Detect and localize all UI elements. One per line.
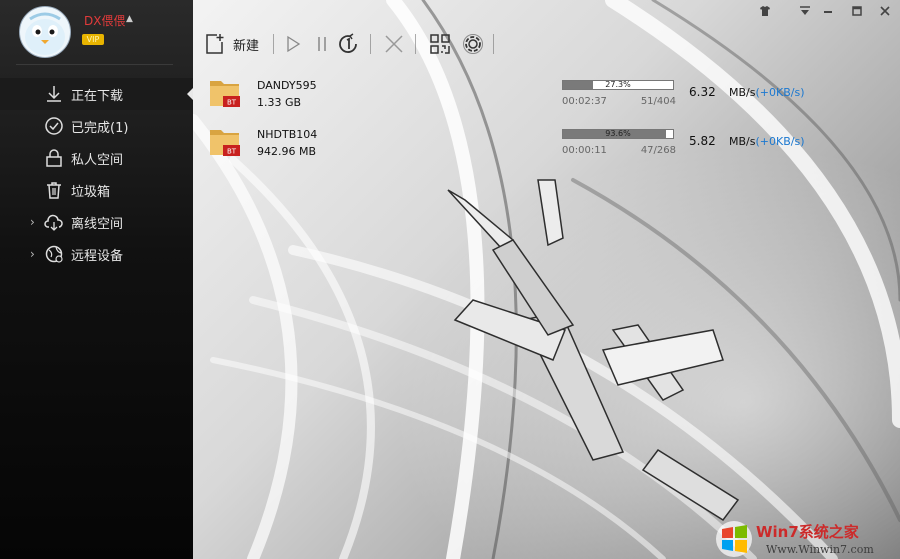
check-circle-icon	[45, 117, 63, 135]
sidebar-item-completed[interactable]: 已完成(1)	[0, 110, 193, 142]
limit-speed-button[interactable]	[336, 28, 360, 60]
sidebar-item-label: 正在下载	[71, 88, 124, 104]
gear-icon	[463, 34, 483, 54]
lock-icon	[46, 149, 62, 167]
file-name: DANDY595	[257, 79, 317, 92]
sidebar-item-downloading[interactable]: 正在下载	[0, 78, 194, 110]
close-button[interactable]	[877, 3, 893, 19]
watermark-url: Www.Winwin7.com	[766, 543, 874, 556]
remote-device-icon	[45, 245, 63, 263]
download-row[interactable]: BT DANDY595 1.33 GB 27.3% 00:02:37 51/40…	[193, 72, 900, 118]
file-name: NHDTB104	[257, 128, 318, 141]
speed-limit-icon	[339, 33, 357, 53]
vip-badge: VIP	[82, 34, 104, 45]
minimize-button[interactable]	[820, 3, 836, 19]
avatar[interactable]	[19, 6, 71, 58]
minimize-icon	[824, 11, 832, 13]
play-icon	[287, 35, 301, 53]
speed-unit-group: MB/s(+0KB/s)	[729, 86, 804, 99]
piece-count: 47/268	[640, 145, 676, 156]
sidebar-item-label: 私人空间	[71, 152, 124, 168]
new-task-button[interactable]: 新建	[205, 28, 259, 60]
qr-code-icon	[430, 34, 450, 54]
sidebar-nav: 正在下载 已完成(1) 私人空间 垃圾箱 › 离线空间 › 远程设备	[0, 78, 194, 270]
toolbar-separator	[273, 34, 274, 54]
sidebar-divider	[16, 64, 173, 65]
shirt-icon	[760, 6, 770, 16]
delete-button[interactable]	[383, 28, 405, 60]
sidebar-item-private-space[interactable]: 私人空间	[0, 142, 193, 174]
sidebar-item-trash[interactable]: 垃圾箱	[0, 174, 193, 206]
piece-count: 51/404	[640, 96, 676, 107]
upload-speed: (+0KB/s)	[755, 135, 805, 148]
bt-folder-icon: BT	[210, 130, 240, 156]
watermark-title: Win7系统之家	[756, 523, 859, 541]
progress-percent: 93.6%	[605, 129, 631, 138]
watermark: Win7系统之家 Www.Winwin7.com	[708, 519, 900, 559]
toolbar: 新建	[193, 28, 900, 60]
username[interactable]: DX偎偎	[84, 12, 125, 29]
windows-logo-icon	[716, 521, 752, 557]
menu-down-icon	[800, 6, 810, 15]
app-window: DX偎偎 ▲ VIP 正在下载 已完成(1) 私人空间 垃圾箱 › 离线空间 ›…	[0, 0, 900, 559]
bt-badge: BT	[227, 99, 237, 107]
sidebar-item-label: 垃圾箱	[71, 184, 111, 200]
start-button[interactable]	[284, 28, 302, 60]
new-task-label: 新建	[233, 38, 260, 54]
chevron-right-icon[interactable]: ›	[30, 215, 35, 229]
download-speed: 6.32	[689, 85, 716, 99]
cloud-download-icon	[44, 214, 63, 231]
elapsed-time: 00:02:37	[562, 96, 607, 107]
progress-percent: 27.3%	[605, 80, 631, 89]
speed-unit: MB/s	[729, 135, 756, 148]
skin-button[interactable]	[757, 3, 773, 19]
maximize-button[interactable]	[849, 3, 865, 19]
sidebar-item-remote-device[interactable]: › 远程设备	[0, 238, 193, 270]
user-menu-caret-icon[interactable]: ▲	[126, 14, 133, 24]
chevron-right-icon[interactable]: ›	[30, 247, 35, 261]
trash-icon	[47, 182, 61, 199]
settings-button[interactable]	[461, 28, 485, 60]
toolbar-separator	[415, 34, 416, 54]
sidebar-item-label: 已完成(1)	[71, 120, 129, 136]
download-icon	[47, 86, 61, 102]
pause-button[interactable]	[315, 28, 329, 60]
sidebar: DX偎偎 ▲ VIP 正在下载 已完成(1) 私人空间 垃圾箱 › 离线空间 ›…	[0, 0, 194, 559]
qr-code-button[interactable]	[429, 28, 451, 60]
progress-bar: 27.3%	[562, 80, 674, 90]
download-speed: 5.82	[689, 134, 716, 148]
file-size: 942.96 MB	[257, 145, 317, 158]
toolbar-separator	[493, 34, 494, 54]
toolbar-separator	[370, 34, 371, 54]
elapsed-time: 00:00:11	[562, 145, 607, 156]
new-task-icon	[206, 34, 224, 54]
pause-icon	[318, 37, 326, 51]
main-panel: 新建 BT DANDY595 1.33 GB 27.3% 00:02:37 51…	[193, 0, 900, 559]
speed-unit-group: MB/s(+0KB/s)	[729, 135, 804, 148]
menu-button[interactable]	[797, 3, 813, 19]
sidebar-item-offline-space[interactable]: › 离线空间	[0, 206, 193, 238]
maximize-icon	[852, 6, 862, 16]
speed-unit: MB/s	[729, 86, 756, 99]
upload-speed: (+0KB/s)	[755, 86, 805, 99]
delete-x-icon	[385, 35, 403, 53]
progress-bar: 93.6%	[562, 129, 674, 139]
sidebar-item-label: 离线空间	[71, 216, 124, 232]
sidebar-item-label: 远程设备	[71, 248, 124, 264]
download-row[interactable]: BT NHDTB104 942.96 MB 93.6% 00:00:11 47/…	[193, 121, 900, 167]
bt-badge: BT	[227, 148, 237, 156]
file-size: 1.33 GB	[257, 96, 302, 109]
bt-folder-icon: BT	[210, 81, 240, 107]
close-icon	[880, 6, 890, 16]
